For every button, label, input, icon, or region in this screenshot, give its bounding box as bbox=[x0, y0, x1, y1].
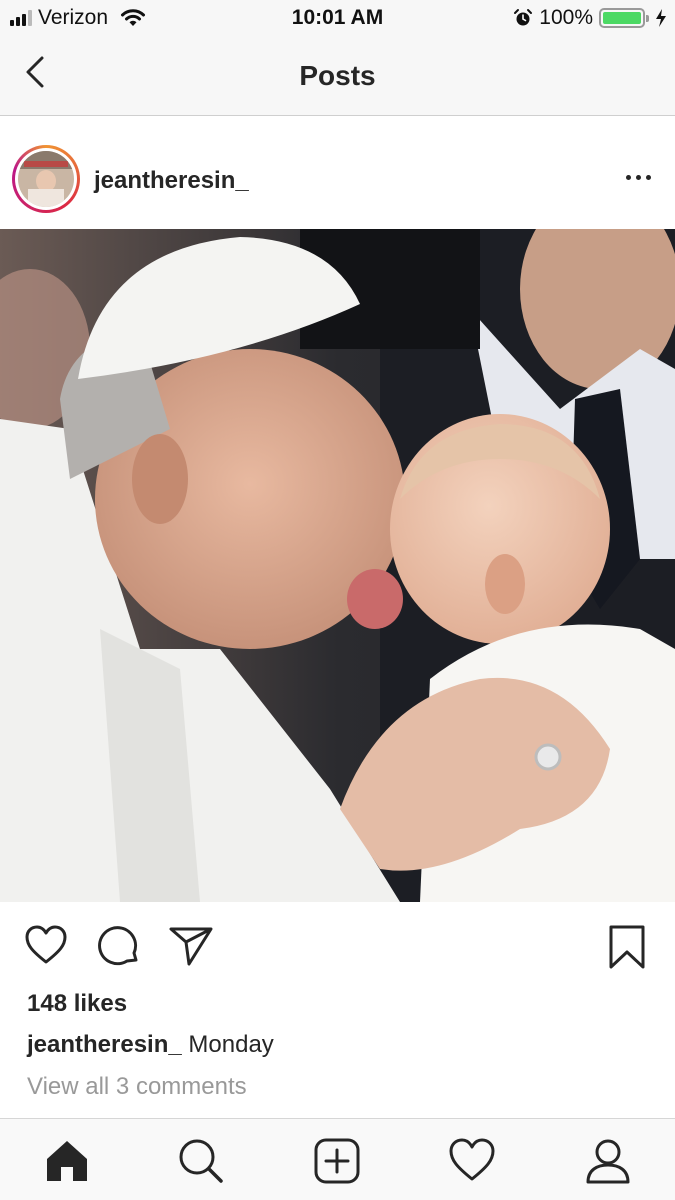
tab-activity[interactable] bbox=[448, 1137, 496, 1185]
add-post-icon bbox=[314, 1138, 360, 1184]
page-title: Posts bbox=[299, 60, 376, 91]
caption-text: Monday bbox=[181, 1031, 274, 1058]
caption-username[interactable]: jeantheresin_ bbox=[27, 1031, 182, 1058]
paper-plane-icon bbox=[169, 927, 213, 966]
battery-fill bbox=[603, 12, 641, 24]
post-header: jeantheresin_ bbox=[0, 117, 675, 229]
alarm-clock-icon bbox=[514, 9, 533, 26]
bottom-tab-bar bbox=[0, 1118, 675, 1200]
nav-header: Posts bbox=[0, 38, 675, 116]
comment-button[interactable] bbox=[97, 924, 141, 973]
view-comments-link[interactable]: View all 3 comments bbox=[27, 1073, 247, 1101]
avatar-image bbox=[18, 151, 74, 207]
caption: jeantheresin_ Monday bbox=[27, 1031, 274, 1059]
post-actions bbox=[0, 902, 675, 988]
status-right: 100% bbox=[513, 6, 667, 30]
tab-new-post[interactable] bbox=[313, 1137, 361, 1185]
like-count[interactable]: 148 likes bbox=[27, 990, 127, 1018]
heart-icon bbox=[25, 925, 67, 964]
save-button[interactable] bbox=[607, 924, 647, 975]
bookmark-icon bbox=[609, 925, 645, 969]
activity-heart-icon bbox=[449, 1138, 495, 1181]
more-dot bbox=[646, 175, 651, 180]
charging-bolt-icon bbox=[656, 9, 666, 27]
search-icon bbox=[179, 1139, 223, 1183]
status-bar: Verizon 10:01 AM 100% bbox=[0, 0, 675, 38]
post-photo-illustration bbox=[0, 229, 675, 902]
share-button[interactable] bbox=[168, 924, 214, 973]
profile-icon bbox=[586, 1139, 630, 1184]
tab-home[interactable] bbox=[43, 1137, 91, 1185]
avatar[interactable] bbox=[12, 145, 80, 213]
more-dot bbox=[636, 175, 641, 180]
comment-icon bbox=[98, 926, 138, 966]
tab-search[interactable] bbox=[177, 1137, 225, 1185]
more-horizontal-icon bbox=[626, 175, 631, 180]
tab-profile[interactable] bbox=[584, 1137, 632, 1185]
like-button[interactable] bbox=[24, 924, 68, 971]
battery-percent: 100% bbox=[539, 6, 593, 29]
home-icon bbox=[47, 1141, 87, 1181]
post-photo[interactable] bbox=[0, 229, 675, 902]
battery-icon bbox=[599, 8, 649, 28]
more-options-button[interactable] bbox=[626, 175, 651, 180]
post-username[interactable]: jeantheresin_ bbox=[94, 167, 249, 195]
avatar-border bbox=[15, 148, 77, 210]
